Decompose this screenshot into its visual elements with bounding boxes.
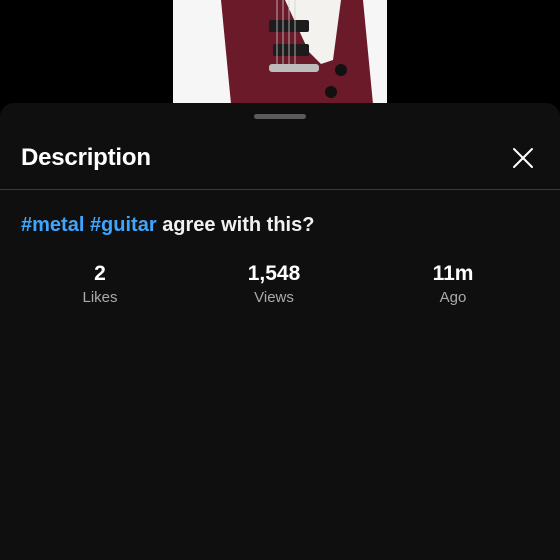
close-button[interactable] bbox=[508, 143, 538, 173]
stat-label: Likes bbox=[82, 289, 118, 306]
drag-handle[interactable] bbox=[254, 114, 306, 119]
stat-value: 11m bbox=[432, 262, 474, 285]
sheet-title: Description bbox=[21, 144, 151, 171]
stat-views: 1,548 Views bbox=[204, 261, 344, 308]
stat-label: Ago bbox=[439, 289, 467, 306]
stat-value: 2 bbox=[94, 262, 106, 285]
sheet-header: Description bbox=[0, 131, 560, 190]
guitar-image bbox=[173, 0, 387, 120]
description-sheet: Description #metal #guitar agree with th… bbox=[0, 103, 560, 560]
video-thumbnail bbox=[173, 0, 387, 120]
stat-likes: 2 Likes bbox=[30, 261, 170, 308]
hashtag-link[interactable]: #metal bbox=[21, 214, 84, 236]
close-icon bbox=[513, 148, 533, 168]
stats-row: 2 Likes 1,548 Views 11m Ago bbox=[0, 261, 560, 321]
stat-label: Views bbox=[254, 289, 294, 306]
stat-ago: 11m Ago bbox=[383, 261, 523, 308]
description-text: #metal #guitar agree with this? bbox=[21, 214, 314, 237]
hashtag-link[interactable]: #guitar bbox=[90, 214, 157, 236]
stat-value: 1,548 bbox=[247, 262, 301, 285]
description-body: agree with this? bbox=[162, 214, 315, 236]
video-player[interactable] bbox=[0, 0, 560, 120]
